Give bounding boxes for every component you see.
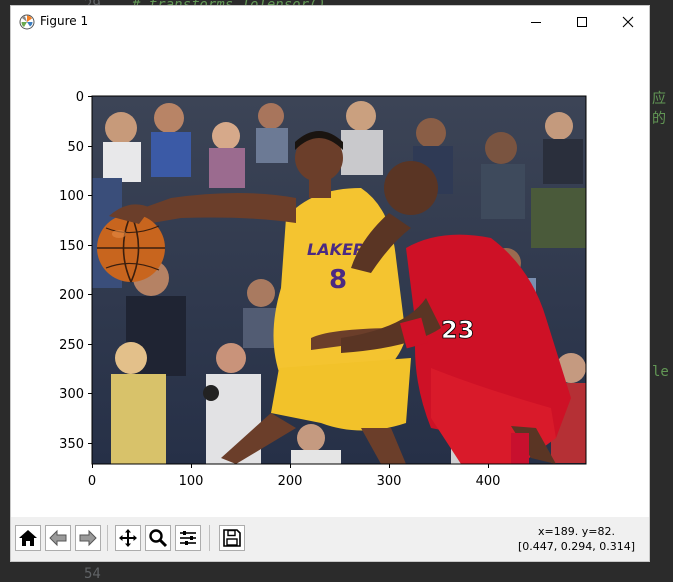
forward-arrow-icon	[79, 529, 97, 547]
save-icon	[223, 529, 241, 547]
title-bar[interactable]: Figure 1	[11, 6, 649, 38]
basketball	[97, 213, 165, 283]
maximize-button[interactable]	[559, 6, 605, 38]
minimize-icon	[531, 22, 541, 23]
y-tick-label: 50	[67, 140, 84, 155]
jersey-number-8: 8	[329, 265, 347, 295]
zoom-button[interactable]	[145, 525, 171, 551]
navigation-toolbar: x=189. y=82. [0.447, 0.294, 0.314]	[11, 517, 649, 561]
plot-area[interactable]: LAKERS 8 23 0 100 200 300 400 0 50 100 1…	[11, 38, 649, 517]
home-icon	[19, 530, 37, 546]
move-icon	[119, 529, 137, 547]
close-button[interactable]	[605, 6, 651, 38]
back-button[interactable]	[45, 525, 71, 551]
x-tick-label: 400	[476, 474, 501, 489]
toolbar-separator	[107, 525, 108, 551]
forward-button[interactable]	[75, 525, 101, 551]
y-tick-label: 0	[76, 90, 84, 105]
x-tick-label: 200	[278, 474, 303, 489]
toolbar-separator	[209, 525, 210, 551]
pan-button[interactable]	[115, 525, 141, 551]
window-title: Figure 1	[40, 14, 89, 28]
y-tick-label: 250	[59, 338, 84, 353]
editor-code-fragment: 应的	[652, 91, 666, 127]
y-tick-label: 150	[59, 239, 84, 254]
save-button[interactable]	[219, 525, 245, 551]
figure-canvas[interactable]: LAKERS 8 23 0 100 200 300 400 0 50 100 1…	[11, 38, 649, 517]
editor-code-fragment: le	[652, 364, 669, 380]
cursor-coordinates: x=189. y=82.	[538, 525, 615, 538]
home-button[interactable]	[15, 525, 41, 551]
pixel-value: [0.447, 0.294, 0.314]	[517, 540, 635, 553]
close-icon	[622, 16, 634, 28]
y-tick-label: 200	[59, 288, 84, 303]
y-axis: 0 50 100 150 200 250 300 350	[59, 90, 92, 452]
back-arrow-icon	[49, 529, 67, 547]
x-axis: 0 100 200 300 400	[88, 464, 501, 489]
sliders-icon	[180, 531, 196, 545]
configure-subplots-button[interactable]	[175, 525, 201, 551]
y-tick-label: 350	[59, 437, 84, 452]
y-tick-label: 300	[59, 387, 84, 402]
minimize-button[interactable]	[513, 6, 559, 38]
maximize-icon	[577, 17, 587, 27]
magnifier-icon	[149, 529, 168, 548]
image-display: LAKERS 8 23	[92, 96, 586, 464]
x-tick-label: 0	[88, 474, 96, 489]
matplotlib-app-icon	[19, 14, 35, 30]
cursor-readout: x=189. y=82. [0.447, 0.294, 0.314]	[518, 524, 635, 554]
jersey-number-23: 23	[441, 316, 474, 344]
x-tick-label: 100	[179, 474, 204, 489]
x-tick-label: 300	[377, 474, 402, 489]
figure-window: Figure 1 LAKERS 8 23 0 100 200 300 400 0…	[10, 5, 650, 562]
y-tick-label: 100	[59, 189, 84, 204]
